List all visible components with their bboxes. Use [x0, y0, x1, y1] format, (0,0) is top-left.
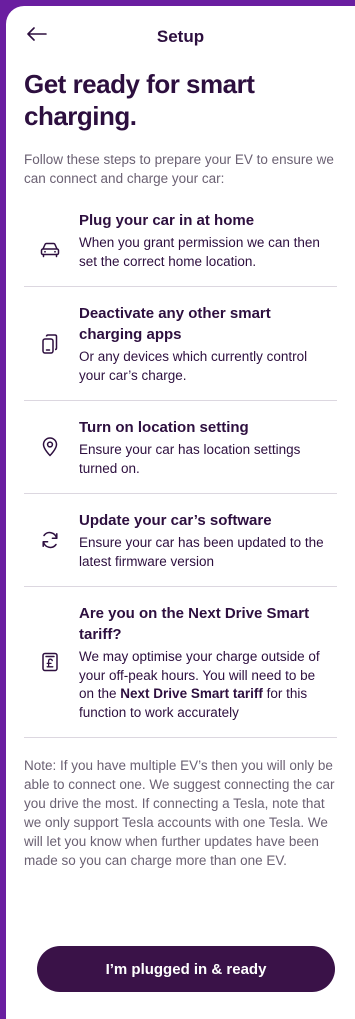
tariff-pound-icon — [40, 652, 60, 672]
setup-screen: Setup Get ready for smart charging. Foll… — [6, 6, 355, 1019]
devices-icon — [40, 333, 60, 354]
step-plug-in: Plug your car in at home When you grant … — [24, 206, 337, 287]
step-title: Plug your car in at home — [79, 212, 255, 229]
refresh-icon — [40, 530, 60, 550]
step-title: Turn on location setting — [79, 419, 249, 436]
page-title: Get ready for smart charging. — [24, 69, 255, 131]
car-icon — [40, 240, 60, 260]
step-title: Are you on the Next Drive Smart tariff? — [79, 605, 310, 643]
tariff-name: Next Drive Smart tariff — [120, 686, 263, 701]
step-location-setting: Turn on location setting Ensure your car… — [24, 401, 337, 494]
step-description: Ensure your car has location settings tu… — [79, 442, 301, 476]
location-pin-icon — [40, 437, 60, 457]
step-description: We may optimise your charge outside of y… — [79, 648, 337, 722]
header-title: Setup — [156, 27, 205, 46]
step-title: Update your car’s software — [79, 512, 272, 529]
header-bar: Setup — [6, 6, 355, 52]
step-update-software: Update your car’s software Ensure your c… — [24, 494, 337, 587]
steps-list: Plug your car in at home When you grant … — [24, 206, 337, 738]
step-description: Or any devices which currently control y… — [79, 349, 308, 383]
step-description: When you grant permission we can then se… — [79, 235, 320, 269]
step-smart-tariff: Are you on the Next Drive Smart tariff? … — [24, 587, 337, 738]
step-title: Deactivate any other smart charging apps — [79, 305, 271, 343]
intro-text: Follow these steps to prepare your EV to… — [24, 152, 334, 186]
note-text: Note: If you have multiple EV’s then you… — [24, 758, 335, 868]
step-deactivate-apps: Deactivate any other smart charging apps… — [24, 287, 337, 401]
step-description: Ensure your car has been updated to the … — [79, 535, 324, 569]
plugged-in-ready-button[interactable]: I’m plugged in & ready — [37, 946, 335, 992]
